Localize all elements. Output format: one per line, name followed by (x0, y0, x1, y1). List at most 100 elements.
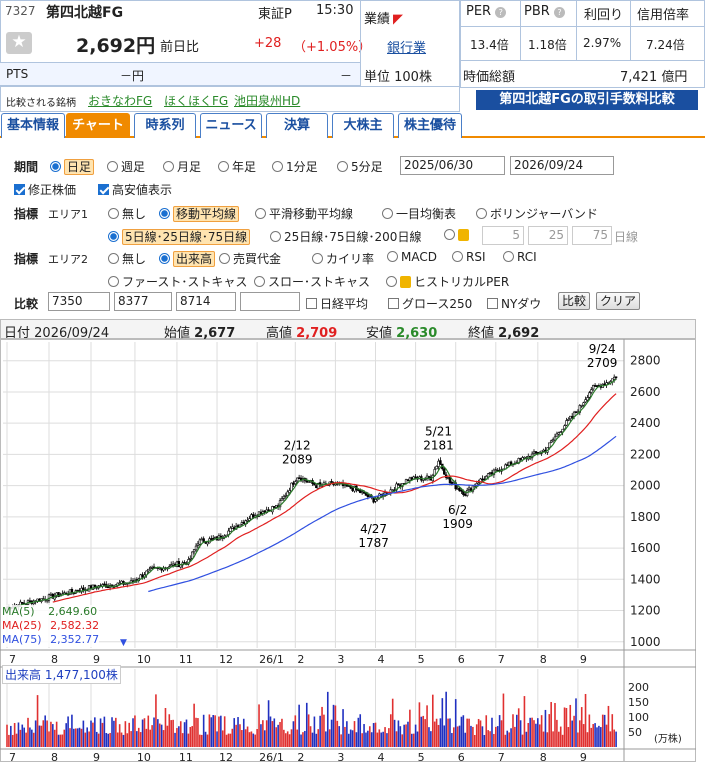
nikkei-checkbox[interactable]: 日経平均 (306, 295, 368, 312)
candle (282, 495, 286, 499)
price-chart-svg[interactable]: 2800260024002200200018001600140012001000… (0, 339, 696, 762)
period-daily[interactable]: 日足 (50, 158, 95, 175)
help-icon[interactable]: ? (553, 7, 565, 18)
period-weekly[interactable]: 週足 (107, 158, 145, 175)
tab-chart[interactable]: チャート (66, 113, 130, 138)
volume-bar (307, 714, 310, 747)
annotation-value: 1909 (442, 517, 473, 531)
y-tick-label: 1200 (630, 604, 661, 618)
volume-bar (472, 726, 474, 747)
ma-set-2[interactable]: 25日線･75日線･200日線 (270, 228, 421, 245)
compare-link-2[interactable]: ほくほくFG (164, 92, 228, 109)
compare-input-4[interactable] (240, 292, 300, 311)
volume-bar (239, 724, 241, 747)
ma-custom-radio[interactable] (444, 228, 472, 242)
area1-ma[interactable]: 移動平均線 (159, 205, 240, 222)
ma-set-1[interactable]: 5日線･25日線･75日線 (108, 228, 251, 245)
tab-benefits[interactable]: 株主優待 (398, 113, 462, 138)
area1-sma[interactable]: 平滑移動平均線 (255, 205, 353, 222)
chart-area[interactable]: 日付 2026/09/24 始値 2,677 高値 2,709 安値 2,630… (0, 319, 696, 762)
candle (456, 488, 459, 490)
period-yearly[interactable]: 年足 (218, 158, 256, 175)
volume-bar (197, 718, 199, 747)
volume-bar (523, 696, 526, 747)
volume-bar (598, 725, 600, 747)
volume-bar (281, 718, 283, 747)
volume-bar (342, 709, 344, 747)
ma-input-1[interactable]: 5 (482, 226, 524, 245)
candle (120, 580, 123, 584)
candle (170, 564, 173, 567)
candle (70, 589, 74, 593)
sector-link[interactable]: 銀行業 (387, 37, 426, 56)
compare-input-2[interactable]: 8377 (114, 292, 172, 311)
tab-timeseries[interactable]: 時系列 (134, 113, 196, 138)
annotation-date: 6/2 (448, 503, 467, 517)
volume-bar (242, 718, 245, 747)
clear-button[interactable]: クリア (596, 292, 641, 310)
legend-toggle-icon[interactable]: ▼ (120, 638, 127, 648)
volume-bar (223, 716, 226, 747)
compare-input-3[interactable]: 8714 (176, 292, 236, 311)
area2-macd[interactable]: MACD (387, 250, 437, 264)
area1-none[interactable]: 無し (108, 205, 146, 222)
volume-bar (456, 726, 459, 747)
ma75-legend: MA(75) 2,352.77 (2, 633, 100, 647)
volume-bar (575, 698, 577, 747)
volume-bar (454, 699, 457, 747)
compare-input-1[interactable]: 7350 (48, 292, 110, 311)
area2-rci[interactable]: RCI (503, 250, 537, 264)
star-icon[interactable]: ★ (6, 32, 32, 54)
date-to-input[interactable]: 2026/09/24 (510, 156, 614, 175)
period-5min[interactable]: 5分足 (337, 158, 383, 175)
compare-button[interactable]: 比較 (558, 292, 591, 310)
highlow-checkbox[interactable]: 高安値表示 (98, 181, 172, 198)
tab-earnings[interactable]: 決算 (266, 113, 328, 138)
volume-bar (556, 719, 558, 747)
volume-bar (395, 731, 398, 747)
tab-basic[interactable]: 基本情報 (1, 113, 65, 138)
tab-news[interactable]: ニュース (200, 113, 262, 138)
compare-link-3[interactable]: 池田泉州HD (234, 92, 300, 109)
area1-ichimoku[interactable]: 一目均衡表 (382, 205, 456, 222)
time: 15:30 (316, 3, 354, 18)
vol-tick-label: 50 (628, 726, 642, 739)
x-tick-label: 11 (179, 751, 193, 762)
volume-bar (65, 723, 67, 747)
volume-bar (111, 717, 113, 747)
volume-bar (61, 734, 64, 747)
ma-input-3[interactable]: 75 (572, 226, 612, 245)
area2-rsi[interactable]: RSI (452, 250, 486, 264)
tab-shareholders[interactable]: 大株主 (332, 113, 394, 138)
volume-bar (502, 693, 505, 747)
compare-link-1[interactable]: おきなわFG (88, 92, 152, 109)
x-tick-label: 6 (458, 751, 465, 762)
date-from-input[interactable]: 2025/06/30 (400, 156, 505, 175)
area2-volume[interactable]: 出来高 (159, 250, 216, 267)
volume-bar (433, 721, 436, 747)
help-icon[interactable]: ? (495, 7, 507, 18)
volume-bar (376, 732, 379, 747)
volume-bar (164, 708, 167, 747)
candle (437, 460, 440, 467)
period-monthly[interactable]: 月足 (163, 158, 201, 175)
adjusted-checkbox[interactable]: 修正株価 (14, 181, 76, 198)
volume-bar (23, 727, 25, 747)
area2-slow-stoch[interactable]: スロー･ストキャス (254, 273, 370, 290)
ma-input-2[interactable]: 25 (528, 226, 568, 245)
growth-checkbox[interactable]: グロース250 (388, 295, 472, 312)
change: +28 (254, 36, 282, 51)
area1-bollinger[interactable]: ボリンジャーバンド (476, 205, 598, 222)
period-1min[interactable]: 1分足 (272, 158, 318, 175)
area2-hist-per[interactable]: ヒストリカルPER (386, 273, 509, 290)
area2-fast-stoch[interactable]: ファースト･ストキャス (108, 273, 247, 290)
area2-turnover[interactable]: 売買代金 (219, 250, 281, 267)
candle (200, 538, 203, 541)
x-tick-label: 12 (219, 751, 233, 762)
area2-none[interactable]: 無し (108, 250, 146, 267)
area2-deviation[interactable]: カイリ率 (312, 250, 374, 267)
volume-bar (540, 715, 543, 747)
volume-bar (529, 717, 531, 747)
nydow-checkbox[interactable]: NYダウ (487, 295, 541, 312)
fee-banner[interactable]: 第四北越FGの取引手数料比較 (476, 90, 698, 110)
